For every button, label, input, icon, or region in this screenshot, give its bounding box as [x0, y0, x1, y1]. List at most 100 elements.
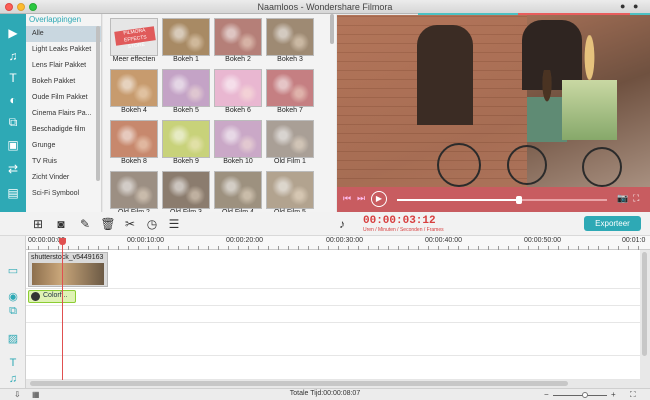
overlay-thumbnail[interactable]: Bokeh 10 [214, 120, 262, 167]
timecode-display: 00:00:03:12 [363, 215, 436, 227]
video-clip[interactable]: shutterstock_v5449163 [28, 252, 108, 287]
timeline-vertical-scrollbar[interactable] [642, 252, 647, 356]
overlay-thumbnail[interactable]: Old Film 1 [266, 120, 314, 167]
zoom-in-icon[interactable]: + [611, 390, 616, 399]
category-item[interactable]: Cinema Flairs Pa... [26, 106, 101, 122]
delete-icon[interactable]: 🗑 [100, 216, 116, 232]
playhead-handle[interactable] [59, 238, 66, 245]
overlay-thumbnail[interactable]: Bokeh 9 [162, 120, 210, 167]
category-item[interactable]: Zicht Vinder [26, 170, 101, 186]
category-item[interactable]: Grunge [26, 138, 101, 154]
fullscreen-icon[interactable]: ⛶ [633, 193, 639, 204]
overlay-thumbnail[interactable]: Bokeh 3 [266, 18, 314, 65]
overlay-clip[interactable]: Colorf... [28, 290, 76, 303]
account-icon[interactable]: ● [633, 1, 638, 11]
settings-sliders-icon[interactable]: ☰ [166, 216, 182, 232]
thumbnail-image [214, 120, 262, 158]
pip-track [26, 306, 640, 323]
timeline-tracks: shutterstock_v5449163 Colorf... [26, 250, 640, 380]
category-scrollbar[interactable] [96, 26, 100, 181]
category-item[interactable]: Oude Film Pakket [26, 90, 101, 106]
fit-timeline-icon[interactable]: ⛶ [630, 390, 636, 400]
category-item[interactable]: Lens Flair Pakket [26, 58, 101, 74]
overlay-thumbnail[interactable]: FILMORA EFFECTS STORE Meer effecten [110, 18, 158, 65]
thumbnail-label: Bokeh 8 [121, 158, 147, 165]
ruler-tick-label: 00:00:50:00 [524, 237, 561, 244]
zoom-out-icon[interactable]: − [544, 390, 549, 399]
overlay-thumbnail[interactable]: Bokeh 7 [266, 69, 314, 116]
overlay-thumbnail[interactable]: Old Film 5 [266, 171, 314, 212]
media-icon[interactable]: ▶ [4, 24, 22, 42]
overlay-thumbnail[interactable]: Bokeh 1 [162, 18, 210, 65]
overlay-thumbnail[interactable]: Bokeh 2 [214, 18, 262, 65]
playhead[interactable] [62, 238, 63, 380]
progress-fill [397, 199, 519, 201]
split-icon[interactable]: ✂ [122, 216, 138, 232]
export-button[interactable]: Exporteer [584, 216, 641, 231]
play-button[interactable]: ▶ [371, 191, 387, 207]
edit-toolbar: ⊟ ⊞ ◙ ✎ 🗑 ✂ ◷ ☰ ♪ 00:00:03:12 Uren / Min… [0, 212, 650, 253]
overlay-track-icon: ◉ [8, 291, 18, 303]
thumbnail-image [162, 18, 210, 56]
timeline-horizontal-scrollbar[interactable] [30, 381, 568, 386]
category-item[interactable]: Beschadigde film [26, 122, 101, 138]
music-icon[interactable]: ♫ [4, 47, 22, 65]
category-item[interactable]: TV Ruis [26, 154, 101, 170]
thumbnail-image [266, 69, 314, 107]
pip-track-icon: ⧉ [9, 305, 17, 317]
filter-icon[interactable]: ◐ [4, 91, 22, 109]
bike-wheel [507, 145, 547, 185]
category-item[interactable]: Sci-Fi Symbool [26, 186, 101, 202]
zoom-slider-knob[interactable] [582, 392, 588, 398]
element-icon[interactable]: ▣ [4, 136, 22, 154]
category-item[interactable]: Light Leaks Pakket [26, 42, 101, 58]
overlay-thumbnail[interactable]: Bokeh 5 [162, 69, 210, 116]
bike-wheel [437, 143, 481, 187]
thumbnail-image [266, 171, 314, 209]
transition-icon[interactable]: ⇄ [4, 160, 22, 178]
thumbnail-scrollbar[interactable] [330, 14, 334, 44]
add-media-icon[interactable]: ⊞ [30, 216, 46, 232]
ruler-tick-label: 00:00:10:00 [127, 237, 164, 244]
thumbnail-label: Bokeh 9 [173, 158, 199, 165]
image-track-icon: ▨ [7, 333, 19, 345]
zoom-slider[interactable] [553, 395, 607, 396]
overlay-icon[interactable]: ⧉ [4, 113, 22, 131]
thumbnail-image [214, 171, 262, 209]
thumbnail-image [110, 69, 158, 107]
overlay-thumbnail[interactable]: Old Film 4 [214, 171, 262, 212]
edit-pen-icon[interactable]: ✎ [77, 216, 93, 232]
video-track-icon: ▭ [7, 265, 19, 277]
timeline-ruler[interactable]: 00:00:00:00 00:00:10:00 00:00:20:00 00:00:3… [26, 236, 650, 250]
category-item[interactable]: Alle [26, 26, 101, 42]
overlay-thumbnail[interactable]: Old Film 3 [162, 171, 210, 212]
overlay-thumbnail[interactable]: Bokeh 6 [214, 69, 262, 116]
overlay-thumbnail-grid: FILMORA EFFECTS STORE Meer effecten Bokeh … [103, 14, 336, 212]
fast-forward-icon[interactable]: ⏭ [357, 193, 365, 204]
speed-clock-icon[interactable]: ◷ [144, 216, 160, 232]
doorway-shape [417, 25, 473, 125]
thumbnail-label: Bokeh 2 [225, 56, 251, 63]
overlay-category-panel: Overlappingen Alle Light Leaks Pakket Le… [26, 14, 102, 212]
thumbnail-image [214, 18, 262, 56]
video-clip-label: shutterstock_v5449163 [31, 254, 104, 261]
overlay-thumbnail[interactable]: Bokeh 8 [110, 120, 158, 167]
text-icon[interactable]: T [4, 69, 22, 87]
rewind-icon[interactable]: ⏮ [343, 193, 351, 204]
split-screen-icon[interactable]: ▤ [4, 184, 22, 202]
overlay-thumbnail[interactable]: Old Film 2 [110, 171, 158, 212]
camera-icon[interactable]: ◙ [53, 216, 69, 232]
audio-mixer-icon[interactable]: ♪ [334, 216, 350, 232]
thumbnail-label: Bokeh 5 [173, 107, 199, 114]
progress-knob[interactable] [515, 196, 522, 204]
thumbnail-label: Bokeh 6 [225, 107, 251, 114]
playback-controls: ⏮ ⏭ ▶ 📷 ⛶ [337, 187, 650, 212]
thumbnail-label: Bokeh 3 [277, 56, 303, 63]
message-icon[interactable]: ● [620, 1, 625, 11]
music-track-icon: ♫ [8, 373, 18, 385]
playback-progress-bar[interactable] [397, 196, 607, 204]
title-bar: Naamloos - Wondershare Filmora ● ● [0, 0, 650, 14]
snapshot-icon[interactable]: 📷 [617, 193, 628, 204]
category-item[interactable]: Bokeh Pakket [26, 74, 101, 90]
overlay-thumbnail[interactable]: Bokeh 4 [110, 69, 158, 116]
